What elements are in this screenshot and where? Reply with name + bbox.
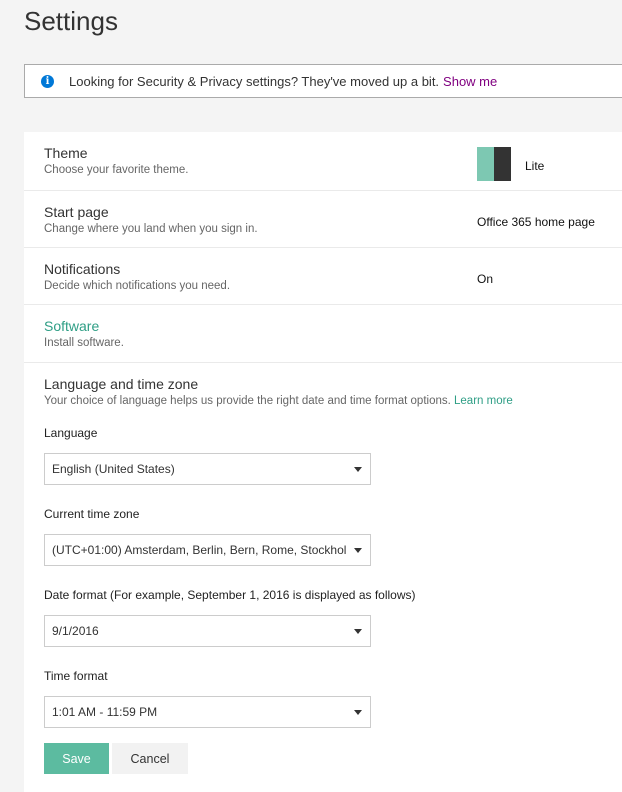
setting-subtitle: Install software.	[44, 337, 124, 349]
banner-text: Looking for Security & Privacy settings?…	[69, 73, 440, 89]
start-page-value: Office 365 home page	[477, 215, 595, 229]
software-link[interactable]: Software	[44, 318, 622, 334]
chevron-down-icon	[354, 628, 362, 634]
dropdown-value: 1:01 AM - 11:59 PM	[52, 705, 158, 719]
save-button[interactable]: Save	[44, 743, 109, 774]
chevron-down-icon	[354, 466, 362, 472]
info-icon: i	[41, 74, 54, 88]
time-format-dropdown[interactable]: 1:01 AM - 11:59 PM	[44, 696, 371, 728]
timezone-dropdown[interactable]: (UTC+01:00) Amsterdam, Berlin, Bern, Rom…	[44, 534, 371, 566]
section-subtitle: Your choice of language helps us provide…	[44, 395, 451, 407]
setting-software[interactable]: Software Install software.	[24, 305, 622, 363]
theme-swatch[interactable]	[477, 147, 511, 181]
setting-start-page[interactable]: Start page Change where you land when yo…	[24, 191, 622, 248]
language-dropdown[interactable]: English (United States)	[44, 453, 371, 485]
settings-panel: Theme Choose your favorite theme. Lite S…	[24, 132, 622, 792]
setting-notifications[interactable]: Notifications Decide which notifications…	[24, 248, 622, 305]
time-format-label: Time format	[44, 669, 108, 683]
show-me-link[interactable]: Show me	[443, 74, 497, 89]
cancel-button[interactable]: Cancel	[112, 743, 188, 774]
date-format-label: Date format (For example, September 1, 2…	[44, 588, 416, 602]
setting-subtitle: Decide which notifications you need.	[44, 280, 231, 292]
date-format-dropdown[interactable]: 9/1/2016	[44, 615, 371, 647]
dropdown-value: 9/1/2016	[52, 624, 99, 638]
setting-title: Notifications	[44, 261, 121, 277]
setting-theme[interactable]: Theme Choose your favorite theme. Lite	[24, 132, 622, 191]
section-title: Language and time zone	[44, 376, 199, 392]
dropdown-value: (UTC+01:00) Amsterdam, Berlin, Bern, Rom…	[52, 543, 347, 557]
theme-value: Lite	[525, 159, 545, 173]
chevron-down-icon	[354, 709, 362, 715]
info-banner: i Looking for Security & Privacy setting…	[24, 64, 622, 98]
dropdown-value: English (United States)	[52, 462, 175, 476]
timezone-label: Current time zone	[44, 507, 140, 521]
learn-more-link[interactable]: Learn more	[454, 395, 513, 407]
notifications-value: On	[477, 272, 494, 286]
language-section: Language and time zone Your choice of la…	[24, 363, 622, 774]
language-label: Language	[44, 426, 98, 440]
page-title: Settings	[24, 6, 118, 36]
chevron-down-icon	[354, 547, 362, 553]
